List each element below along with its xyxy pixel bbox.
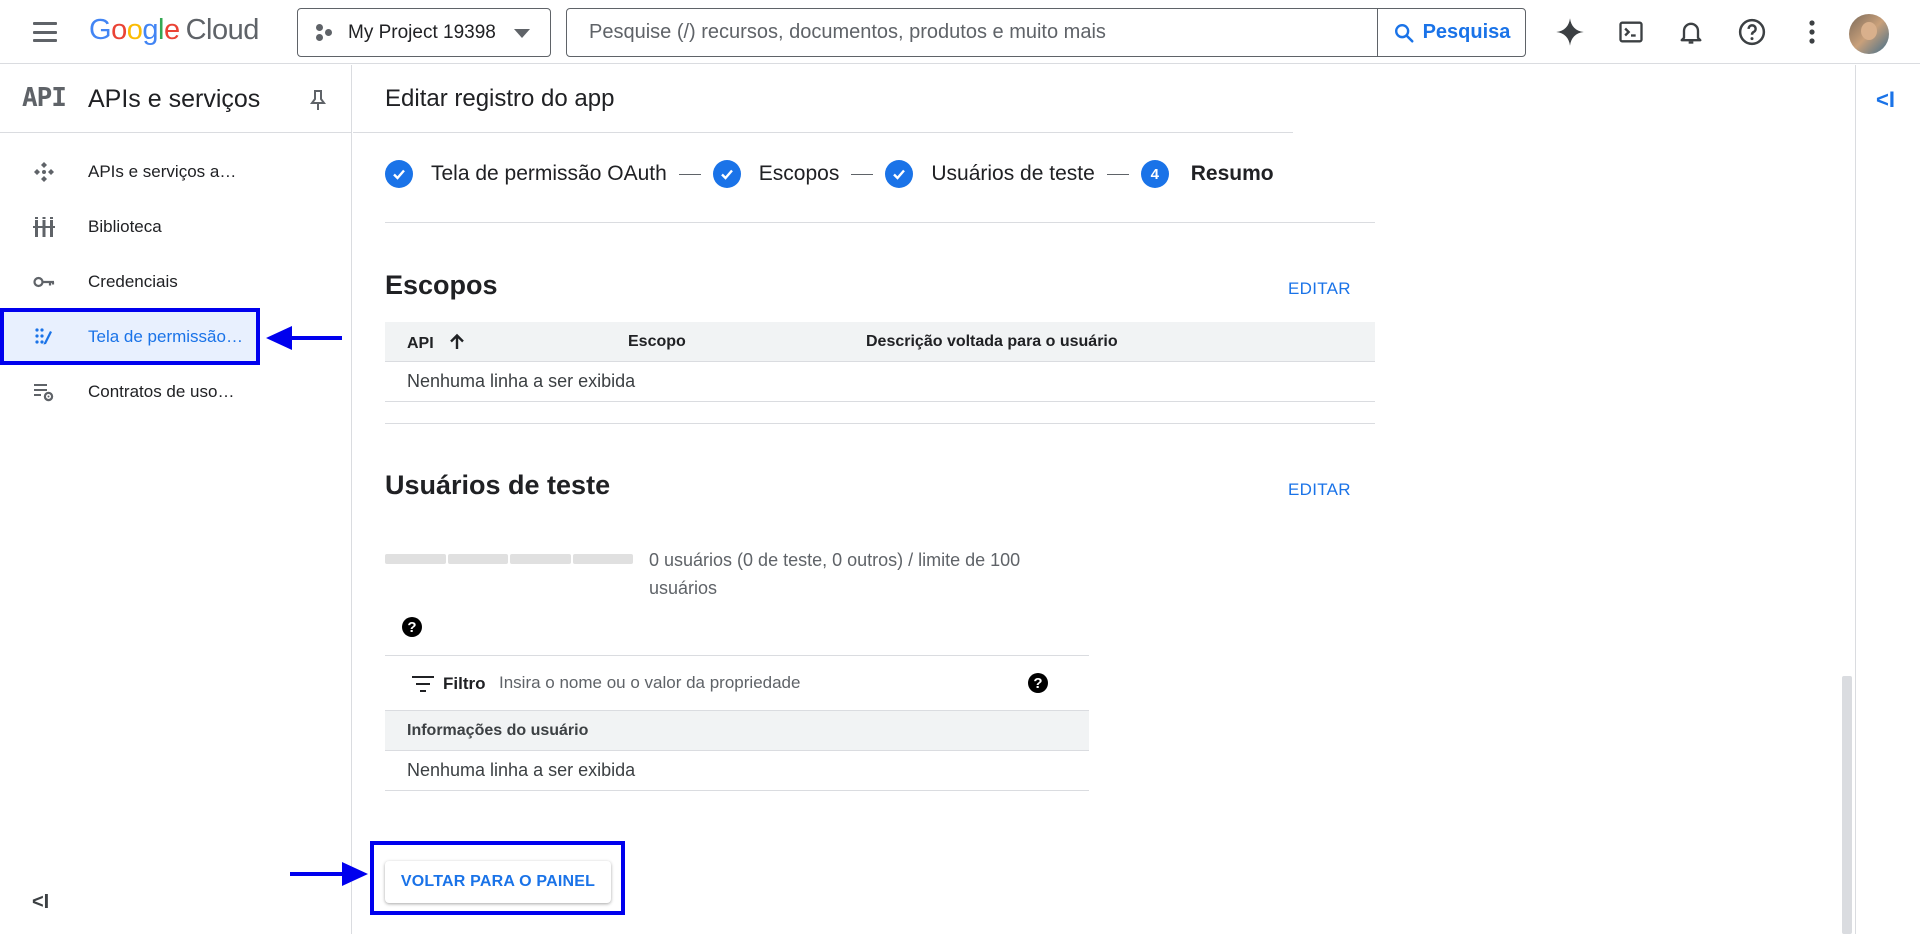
help-icon[interactable] <box>1736 16 1768 48</box>
arrow-right-icon <box>290 862 368 886</box>
quota-text: 0 usuários (0 de teste, 0 outros) / limi… <box>649 550 1021 598</box>
settings-list-icon <box>32 380 56 404</box>
empty-message: Nenhuma linha a ser exibida <box>407 371 636 391</box>
column-description[interactable]: Descrição voltada para o usuário <box>866 333 1118 351</box>
search-icon <box>1394 23 1414 43</box>
step-summary: 4 Resumo <box>1140 160 1274 188</box>
cloud-shell-icon[interactable] <box>1615 16 1647 48</box>
sidebar-item-apis-services[interactable]: APIs e serviços a… <box>0 147 352 197</box>
hamburger-menu-icon[interactable] <box>30 18 60 46</box>
stepper: Tela de permissão OAuth Escopos Usuários… <box>385 160 1274 188</box>
api-badge-icon: API <box>22 83 67 113</box>
help-icon[interactable]: ? <box>402 617 422 637</box>
avatar[interactable] <box>1849 14 1889 54</box>
check-icon <box>712 160 741 188</box>
filter-help-icon[interactable]: ? <box>1028 673 1048 693</box>
step-separator <box>851 173 874 175</box>
step-scopes[interactable]: Escopos <box>712 160 840 188</box>
arrow-up-icon <box>450 333 464 349</box>
step-separator <box>678 173 701 175</box>
step-separator <box>1106 173 1129 175</box>
search-input[interactable] <box>567 9 1377 56</box>
expand-panel-icon[interactable]: <I <box>1876 87 1895 113</box>
users-table-header: Informações do usuário <box>385 711 1089 751</box>
edit-scopes-link[interactable]: EDITAR <box>1288 279 1351 299</box>
empty-message: Nenhuma linha a ser exibida <box>407 760 636 780</box>
step-label: Usuários de teste <box>931 162 1095 185</box>
table-row: Nenhuma linha a ser exibida <box>385 362 1375 402</box>
column-scope[interactable]: Escopo <box>628 333 686 351</box>
sidebar-item-label: Credenciais <box>88 272 178 291</box>
project-picker[interactable]: My Project 19398 <box>297 8 551 57</box>
sidebar-item-label: Biblioteca <box>88 217 162 236</box>
sidebar-title: APIs e serviços <box>88 85 261 113</box>
sidebar-item-usage-agreements[interactable]: Contratos de uso… <box>0 367 352 417</box>
scopes-table-header: API Escopo Descrição voltada para o usuá… <box>385 322 1375 362</box>
google-cloud-logo[interactable]: Google Cloud <box>89 14 259 47</box>
top-bar: GoogleCloud My Project 19398 Pesquisa <box>0 0 1920 64</box>
filter-input[interactable] <box>499 666 1019 700</box>
page-title: Editar registro do app <box>385 85 615 112</box>
step-number: 4 <box>1140 160 1169 188</box>
quota-progress-bar <box>385 554 633 564</box>
gemini-icon[interactable] <box>1554 16 1586 48</box>
sidebar-item-label: Contratos de uso… <box>88 382 235 401</box>
scopes-title: Escopos <box>385 270 498 300</box>
step-oauth-consent[interactable]: Tela de permissão OAuth <box>385 160 667 188</box>
edit-test-users-link[interactable]: EDITAR <box>1288 480 1351 500</box>
step-label: Escopos <box>758 162 840 185</box>
table-row: Nenhuma linha a ser exibida <box>385 751 1089 791</box>
check-icon <box>885 160 914 188</box>
step-label: Tela de permissão OAuth <box>431 162 667 185</box>
pin-icon[interactable] <box>310 89 326 111</box>
apis-icon <box>32 160 56 184</box>
sidebar-item-label: APIs e serviços a… <box>88 162 237 181</box>
main-content: Editar registro do app Tela de permissão… <box>353 65 1855 934</box>
project-icon <box>316 23 334 42</box>
filter-label: Filtro <box>443 674 486 693</box>
highlight-box <box>0 308 260 365</box>
key-icon <box>32 270 56 294</box>
back-to-dashboard-button[interactable]: VOLTAR PARA O PAINEL <box>385 861 611 903</box>
column-api[interactable]: API <box>407 333 466 353</box>
chevron-down-icon <box>514 29 530 38</box>
more-vert-icon[interactable] <box>1796 16 1828 48</box>
scrollbar[interactable] <box>1842 676 1852 934</box>
arrow-left-icon <box>266 326 342 350</box>
sidebar-item-library[interactable]: Biblioteca <box>0 202 352 252</box>
notifications-icon[interactable] <box>1675 16 1707 48</box>
search-bar: Pesquisa <box>566 8 1526 57</box>
right-rail: <I <box>1855 65 1920 934</box>
sidebar-header: API APIs e serviços <box>0 65 352 133</box>
search-button[interactable]: Pesquisa <box>1377 9 1525 56</box>
project-name: My Project 19398 <box>348 21 496 43</box>
test-users-title: Usuários de teste <box>385 470 611 500</box>
sidebar-item-credentials[interactable]: Credenciais <box>0 257 352 307</box>
filter-bar: Filtro ? <box>385 655 1089 711</box>
library-icon <box>32 215 56 239</box>
search-button-label: Pesquisa <box>1422 21 1511 43</box>
divider <box>385 222 1375 223</box>
check-icon <box>385 160 413 188</box>
divider <box>385 423 1375 424</box>
step-label: Resumo <box>1190 162 1274 185</box>
step-test-users[interactable]: Usuários de teste <box>885 160 1095 188</box>
divider <box>353 132 1293 133</box>
filter-icon <box>412 676 434 692</box>
collapse-sidebar-icon[interactable]: <I <box>32 891 49 914</box>
sidebar: API APIs e serviços APIs e serviços a… B… <box>0 65 352 934</box>
column-user-info[interactable]: Informações do usuário <box>407 722 588 740</box>
